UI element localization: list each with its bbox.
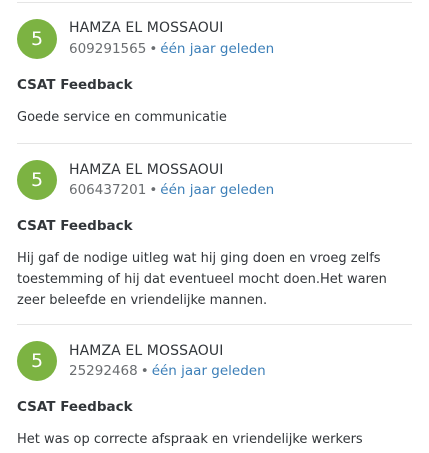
ticket-number: 609291565: [69, 41, 147, 57]
divider: [17, 324, 412, 325]
meta-separator: •: [149, 182, 158, 198]
entry-meta: 609291565 • één jaar geleden: [69, 41, 274, 57]
ticket-number: 606437201: [69, 182, 147, 198]
ticket-number: 25292468: [69, 363, 138, 379]
entry-body: Hij gaf de nodige uitleg wat hij ging do…: [17, 251, 387, 308]
entry-meta: 25292468 • één jaar geleden: [69, 363, 266, 379]
entry-title: CSAT Feedback: [17, 218, 133, 234]
meta-separator: •: [149, 41, 158, 57]
score-avatar: 5: [17, 19, 57, 59]
time-ago-link[interactable]: één jaar geleden: [152, 363, 266, 379]
meta-separator: •: [140, 363, 149, 379]
entry-title: CSAT Feedback: [17, 399, 133, 415]
entry-body: Goede service en communicatie: [17, 110, 227, 125]
time-ago-link[interactable]: één jaar geleden: [160, 41, 274, 57]
entry-meta: 606437201 • één jaar geleden: [69, 182, 274, 198]
author-name: HAMZA EL MOSSAOUI: [69, 343, 224, 359]
score-avatar: 5: [17, 341, 57, 381]
time-ago-link[interactable]: één jaar geleden: [160, 182, 274, 198]
divider: [17, 2, 412, 3]
author-name: HAMZA EL MOSSAOUI: [69, 162, 224, 178]
score-avatar: 5: [17, 160, 57, 200]
entry-body: Het was op correcte afspraak en vriendel…: [17, 432, 363, 447]
entry-title: CSAT Feedback: [17, 77, 133, 93]
author-name: HAMZA EL MOSSAOUI: [69, 20, 224, 36]
divider: [17, 143, 412, 144]
